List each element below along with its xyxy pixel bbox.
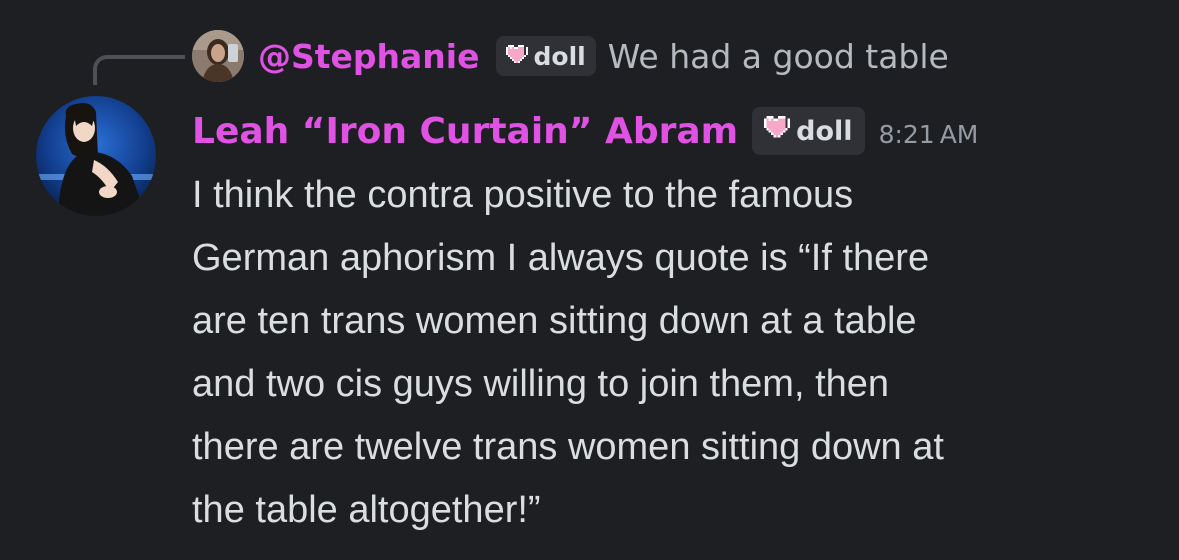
- message-header: Leah “Iron Curtain” Abram doll 8:21 AM: [192, 104, 978, 158]
- message-line: and two cis guys willing to join them, t…: [192, 363, 890, 405]
- reply-preview[interactable]: @Stephanie doll We had a good table: [192, 28, 949, 84]
- message-timestamp[interactable]: 8:21 AM: [879, 114, 979, 149]
- message-line: German aphorism I always quote is “If th…: [192, 237, 930, 279]
- chat-message: @Stephanie doll We had a good table Leah…: [0, 0, 1179, 560]
- pixel-heart-icon: [505, 42, 528, 71]
- reply-author-avatar[interactable]: [192, 30, 244, 82]
- author-role-badge[interactable]: doll: [752, 107, 865, 155]
- author-avatar[interactable]: [36, 96, 156, 216]
- message-content: I think the contra positive to the famou…: [192, 164, 1152, 542]
- message-line: the table altogether!”: [192, 489, 541, 531]
- reply-connector: [93, 55, 185, 85]
- reply-author-name[interactable]: @Stephanie: [258, 37, 480, 76]
- reply-text[interactable]: We had a good table: [608, 37, 949, 76]
- reply-badge-label: doll: [533, 41, 586, 71]
- reply-role-badge[interactable]: doll: [495, 36, 596, 76]
- author-badge-label: doll: [796, 115, 853, 147]
- pixel-heart-icon: [764, 115, 791, 147]
- message-line: I think the contra positive to the famou…: [192, 174, 854, 216]
- message-line: there are twelve trans women sitting dow…: [192, 426, 944, 468]
- author-name[interactable]: Leah “Iron Curtain” Abram: [192, 111, 738, 152]
- message-line: are ten trans women sitting down at a ta…: [192, 300, 917, 342]
